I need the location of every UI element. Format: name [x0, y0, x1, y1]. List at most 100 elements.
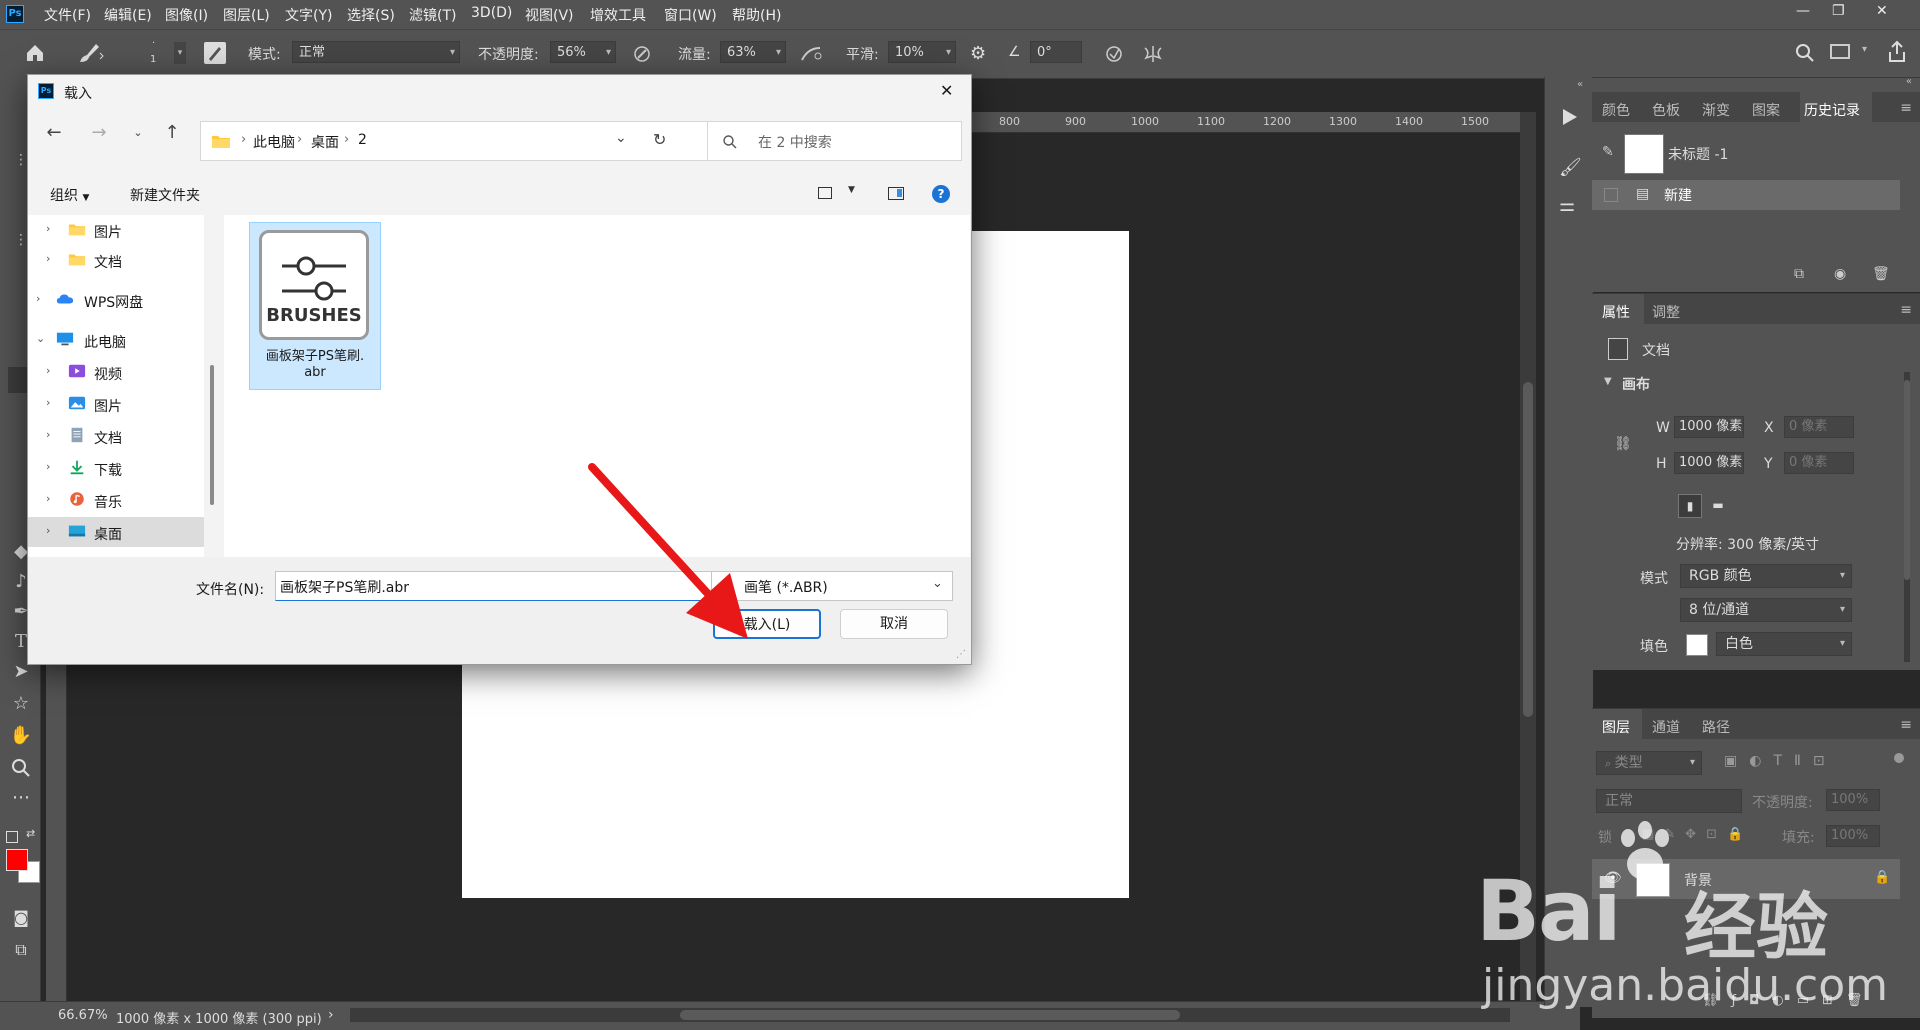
chevron-right-icon[interactable]: › [46, 492, 50, 505]
navigation-scrollbar[interactable] [210, 365, 214, 505]
photoshop-logo-icon[interactable]: Ps [6, 5, 24, 23]
hand-tool-icon[interactable]: ✋ [8, 723, 34, 749]
search-icon[interactable] [1794, 42, 1816, 64]
tab-layers[interactable]: 图层 [1602, 717, 1630, 737]
breadcrumb-desktop[interactable]: 桌面 [311, 132, 339, 152]
panel-menu-icon[interactable]: ≡ [1900, 100, 1912, 116]
airbrush-icon[interactable] [800, 44, 824, 64]
settings-gear-icon[interactable]: ⚙ [970, 43, 986, 64]
fill-select[interactable]: 白色 ▾ [1716, 632, 1852, 656]
foreground-color-swatch[interactable] [6, 849, 28, 871]
more-tools-icon[interactable]: ⋯ [8, 785, 34, 811]
tab-swatches[interactable]: 色板 [1652, 100, 1680, 120]
refresh-icon[interactable]: ↻ [653, 130, 666, 149]
angle-input[interactable]: 0° [1030, 41, 1082, 63]
menu-filter[interactable]: 滤镜(T) [409, 5, 456, 25]
pressure-opacity-icon[interactable] [632, 44, 652, 64]
up-arrow-icon[interactable]: ↑ [160, 121, 184, 145]
camera-snapshot-icon[interactable]: ◉ [1834, 266, 1846, 282]
link-icon[interactable]: ⛓ [1614, 436, 1632, 452]
portrait-orientation-button[interactable]: ▮ [1678, 494, 1702, 518]
preview-pane-icon[interactable] [888, 187, 904, 200]
menu-select[interactable]: 选择(S) [347, 5, 395, 25]
swap-colors-icon[interactable]: ⇄ [26, 827, 35, 840]
status-menu-arrow[interactable]: › [328, 1007, 334, 1023]
chevron-down-icon[interactable]: ⌄ [36, 332, 45, 345]
workspace-chevron-down-icon[interactable]: ▾ [1862, 44, 1867, 55]
angle-icon[interactable]: ∠ [1008, 44, 1021, 60]
history-brush-source-icon[interactable]: ✎ [1602, 144, 1614, 160]
brush-settings-panel-icon[interactable]: 🖌 [1559, 157, 1582, 178]
nav-item-pictures-lib[interactable]: › 图片 [28, 389, 204, 419]
symmetry-icon[interactable] [1142, 44, 1164, 64]
chevron-right-icon[interactable]: › [46, 396, 50, 409]
quick-mask-icon[interactable]: ◙ [8, 905, 34, 931]
horizontal-scrollbar[interactable] [350, 1008, 1510, 1022]
layer-opacity-field[interactable]: 100% [1826, 789, 1880, 811]
tab-paths[interactable]: 路径 [1702, 717, 1730, 737]
y-field[interactable]: 0 像素 [1784, 452, 1854, 474]
file-item-brushes[interactable]: BRUSHES 画板架子PS笔刷. abr [249, 222, 381, 390]
nav-item-this-pc[interactable]: ⌄ 此电脑 [28, 325, 204, 355]
tab-properties[interactable]: 属性 [1602, 302, 1630, 322]
breadcrumb-this-pc[interactable]: 此电脑 [253, 132, 295, 152]
height-field[interactable]: 1000 像素 [1674, 452, 1744, 474]
properties-scrollbar[interactable] [1904, 372, 1910, 662]
tab-patterns[interactable]: 图案 [1752, 100, 1780, 120]
tab-gradients[interactable]: 渐变 [1702, 100, 1730, 120]
collapse-panel-icon[interactable]: « [1906, 76, 1912, 87]
menu-view[interactable]: 视图(V) [525, 5, 574, 25]
history-step-checkbox[interactable] [1604, 188, 1618, 202]
help-icon[interactable]: ? [932, 185, 950, 203]
nav-item-music[interactable]: › 音乐 [28, 485, 204, 515]
resize-grip-icon[interactable]: ⋰ [956, 649, 966, 660]
search-box[interactable]: 在 2 中搜索 [707, 121, 962, 161]
pressure-size-icon[interactable] [1104, 44, 1124, 64]
adjust-panel-icon[interactable]: ⚌ [1559, 195, 1575, 216]
view-mode-icon[interactable] [818, 187, 832, 199]
fill-color-swatch[interactable] [1686, 634, 1708, 656]
forward-arrow-icon[interactable]: → [87, 121, 111, 145]
menu-layer[interactable]: 图层(L) [223, 5, 270, 25]
snapshot-name[interactable]: 未标题 -1 [1668, 144, 1728, 164]
menu-window[interactable]: 窗口(W) [664, 5, 717, 25]
nav-item-desktop[interactable]: › 桌面 [28, 517, 204, 547]
chevron-right-icon[interactable]: › [46, 524, 50, 537]
cancel-button[interactable]: 取消 [840, 609, 948, 639]
filter-toggle-icon[interactable] [1894, 753, 1904, 763]
scrollbar-thumb[interactable] [1523, 382, 1533, 717]
tab-adjustments[interactable]: 调整 [1652, 302, 1680, 322]
home-icon[interactable] [24, 42, 46, 64]
chevron-right-icon[interactable]: › [46, 428, 50, 441]
nav-item-pictures[interactable]: › 图片 [28, 215, 204, 245]
chevron-down-icon[interactable]: ▼ [1604, 376, 1612, 387]
canvas-section-title[interactable]: 画布 [1622, 374, 1650, 394]
layer-filter-select[interactable]: ⌕ 类型 ▾ [1596, 751, 1702, 775]
view-chevron-down-icon[interactable]: ▼ [848, 185, 855, 195]
trash-icon[interactable]: 🗑 [1872, 266, 1890, 282]
chevron-right-icon[interactable]: › [46, 222, 50, 235]
smoothing-input[interactable]: 10% ▾ [888, 41, 956, 63]
recent-chevron-down-icon[interactable]: ⌄ [126, 121, 150, 145]
width-field[interactable]: 1000 像素 [1674, 416, 1744, 438]
blend-mode-select[interactable]: 正常 [1596, 789, 1742, 813]
new-document-from-state-icon[interactable]: ⧉ [1794, 266, 1804, 282]
chevron-right-icon[interactable]: › [36, 292, 40, 305]
play-action-icon[interactable] [1559, 107, 1579, 127]
organize-menu[interactable]: 组织 ▼ [50, 185, 89, 205]
chevron-right-icon[interactable]: › [46, 460, 50, 473]
horizontal-scrollbar-thumb[interactable] [680, 1010, 1180, 1020]
chevron-right-icon[interactable]: › [46, 364, 50, 377]
snapshot-thumbnail[interactable] [1624, 134, 1664, 174]
menu-edit[interactable]: 编辑(E) [104, 5, 152, 25]
address-bar[interactable]: › 此电脑 › 桌面 › 2 ⌄ ↻ [200, 121, 719, 161]
tab-history[interactable]: 历史记录 [1804, 100, 1860, 120]
restore-button[interactable]: ❐ [1832, 3, 1845, 19]
collapse-panels-icon[interactable]: « [1577, 79, 1583, 90]
menu-image[interactable]: 图像(I) [165, 5, 208, 25]
color-mode-select[interactable]: RGB 颜色 ▾ [1680, 564, 1852, 588]
share-icon[interactable] [1886, 40, 1908, 64]
zoom-level[interactable]: 66.67% [58, 1008, 108, 1023]
x-field[interactable]: 0 像素 [1784, 416, 1854, 438]
new-folder-button[interactable]: 新建文件夹 [130, 185, 200, 205]
